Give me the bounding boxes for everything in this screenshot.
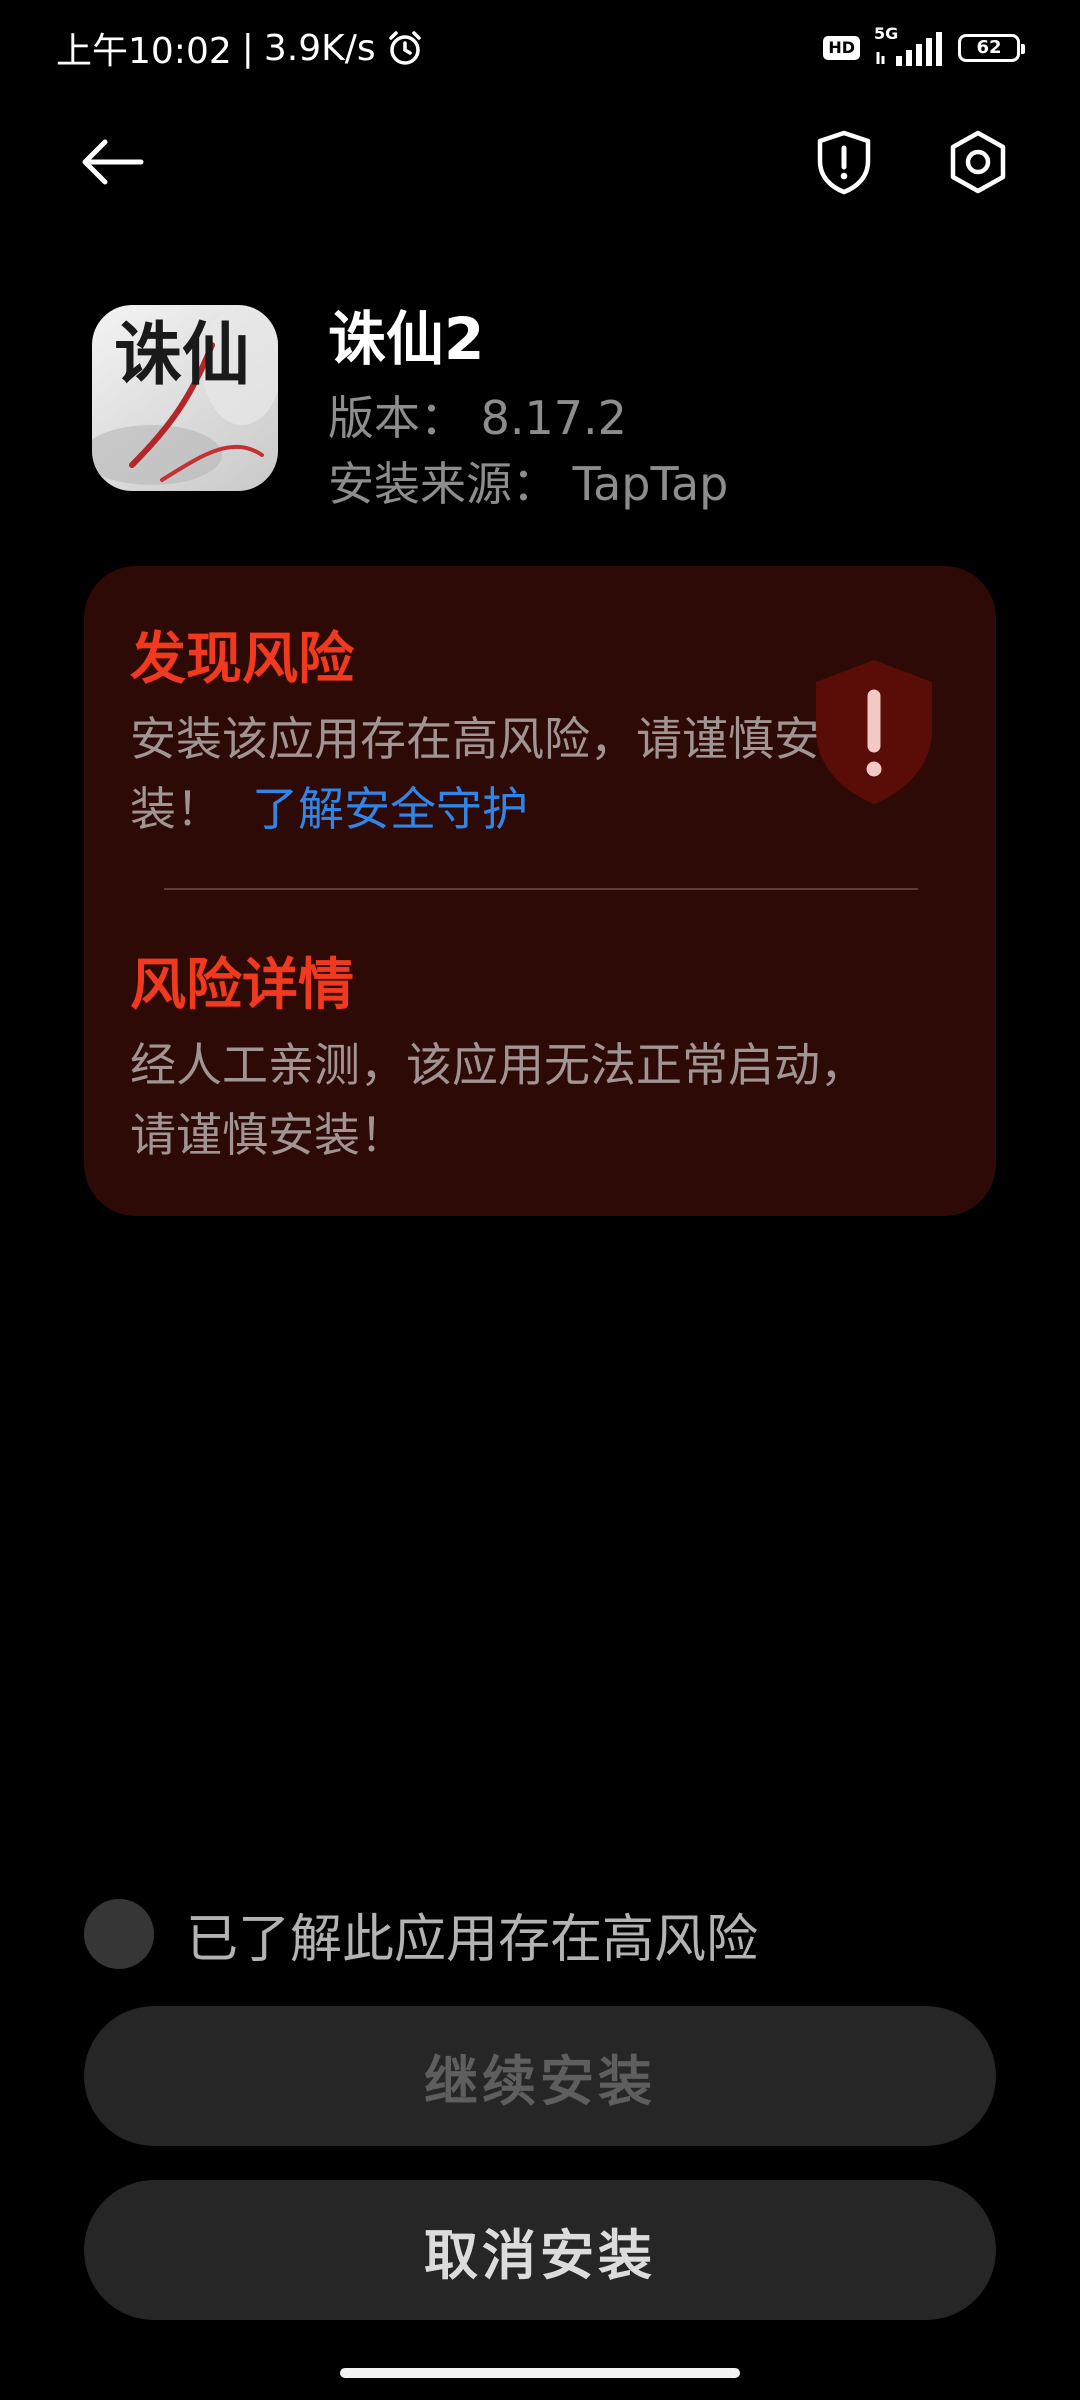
app-version: 版本： 8.17.2: [328, 391, 627, 445]
top-nav: [0, 110, 1080, 210]
status-separator: |: [241, 27, 254, 69]
back-button[interactable]: [64, 114, 160, 210]
shield-alert-icon: [814, 129, 874, 195]
status-right: HD 5G 62: [823, 24, 1025, 70]
security-shield-button[interactable]: [796, 114, 892, 210]
shield-warning-icon: [804, 652, 944, 812]
battery-icon: 62: [958, 34, 1025, 62]
battery-level: 62: [976, 37, 1002, 58]
risk-detail-title: 风险详情: [130, 953, 354, 1018]
risk-detail-text: 经人工亲测，该应用无法正常启动，请谨慎安装！: [130, 1038, 866, 1162]
signal-icon: 5G: [874, 24, 944, 68]
ack-risk-checkbox[interactable]: [84, 1899, 154, 1969]
network-type-label: 5G: [874, 24, 899, 43]
app-icon: 诛仙: [92, 305, 278, 491]
cancel-install-button[interactable]: 取消安装: [84, 2180, 996, 2320]
settings-button[interactable]: [930, 114, 1026, 210]
hd-badge: HD: [823, 36, 860, 60]
status-time: 上午10:02: [56, 31, 232, 72]
status-left: 上午10:02 | 3.9K/s: [56, 24, 424, 72]
ack-risk-label: 已了解此应用存在高风险: [186, 1909, 759, 1970]
settings-hexagon-icon: [947, 129, 1009, 195]
app-name: 诛仙2: [328, 305, 485, 373]
learn-security-link[interactable]: 了解安全守护: [252, 782, 528, 836]
ack-risk-row[interactable]: 已了解此应用存在高风险: [84, 1898, 758, 1970]
risk-divider: [164, 888, 918, 890]
risk-found-title: 发现风险: [130, 627, 354, 692]
status-net-speed: 3.9K/s: [263, 27, 376, 69]
back-arrow-icon: [79, 137, 145, 187]
status-bar: 上午10:02 | 3.9K/s HD 5G 62: [0, 0, 1080, 96]
risk-warning-card: 发现风险 安装该应用存在高风险，请谨慎安装！ 了解安全守护 风险详情 经人工亲测，…: [84, 566, 996, 1216]
alarm-icon: [386, 29, 424, 67]
continue-install-button[interactable]: 继续安装: [84, 2006, 996, 2146]
home-indicator[interactable]: [340, 2368, 740, 2378]
app-icon-glyph: 诛仙: [114, 315, 251, 395]
risk-found-text-block: 安装该应用存在高风险，请谨慎安装！ 了解安全守护: [130, 704, 830, 844]
app-source: 安装来源： TapTap: [328, 457, 729, 511]
